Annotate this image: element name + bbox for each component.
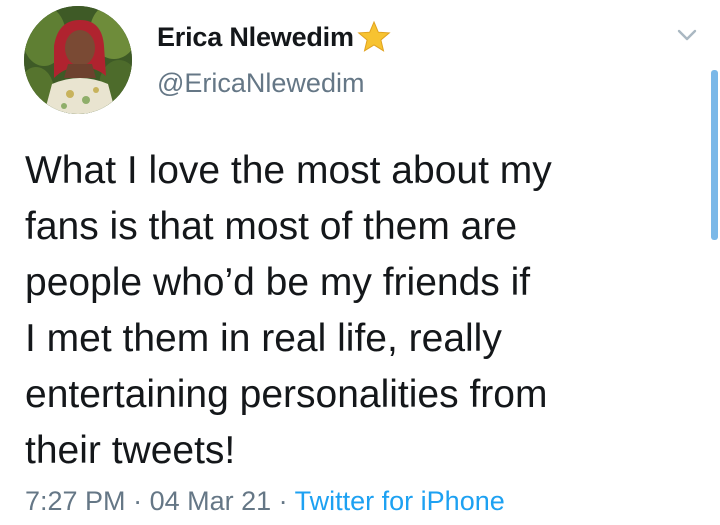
display-name[interactable]: Erica Nlewedim	[157, 22, 354, 53]
avatar-image	[24, 6, 132, 114]
tweet-date[interactable]: 04 Mar 21	[150, 486, 272, 516]
author-block: Erica Nlewedim @EricaNlewedim	[157, 18, 391, 99]
scrollbar[interactable]	[711, 70, 718, 240]
tweet-text: What I love the most about my fans is th…	[25, 149, 552, 472]
tweet-time[interactable]: 7:27 PM	[25, 486, 126, 516]
star-icon	[357, 20, 391, 54]
avatar[interactable]	[24, 6, 132, 114]
tweet-meta: 7:27 PM · 04 Mar 21 · Twitter for iPhone	[25, 486, 505, 517]
name-row: Erica Nlewedim	[157, 18, 391, 56]
tweet-source-link[interactable]: Twitter for iPhone	[295, 486, 505, 516]
chevron-down-icon[interactable]	[672, 20, 702, 50]
meta-separator-2: ·	[271, 486, 295, 516]
tweet-card: Erica Nlewedim @EricaNlewedim What I lov…	[0, 0, 720, 525]
user-handle[interactable]: @EricaNlewedim	[157, 68, 391, 99]
meta-separator: ·	[125, 486, 150, 516]
